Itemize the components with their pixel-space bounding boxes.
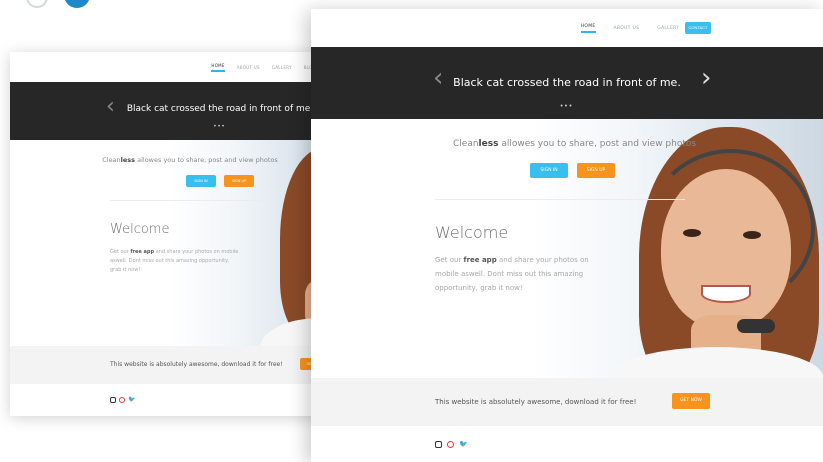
nav-home[interactable]: Home [580, 24, 596, 33]
welcome-heading: Welcome [110, 222, 170, 237]
nav-home[interactable]: Home [211, 63, 225, 72]
front-page-mockup: Home About us Gallery Blog Contact ‹ Bla… [311, 9, 823, 462]
twitter-icon[interactable]: 🐦 [459, 440, 468, 448]
instagram-icon[interactable] [435, 440, 442, 448]
logo-decoration [26, 0, 106, 8]
hero-slider: ‹ Black cat crossed the road in front of… [10, 82, 350, 140]
instagram-icon[interactable] [110, 396, 116, 403]
back-page-mockup: Home About us Gallery Blog ‹ Black cat c… [10, 52, 350, 416]
logo-ring [26, 0, 48, 8]
hero-title: Black cat crossed the road in front of m… [453, 76, 681, 89]
contact-button[interactable]: Contact [685, 22, 711, 34]
footer-text: This website is absolutely awesome, down… [435, 398, 637, 406]
tagline: Cleanless allowes you to share, post and… [453, 139, 697, 149]
navigation-bar: Home About us Gallery Blog [10, 52, 350, 82]
social-links: 🐦 [110, 396, 135, 403]
dribbble-icon[interactable] [447, 440, 454, 448]
nav-about[interactable]: About us [237, 65, 260, 70]
signup-button[interactable]: Sign up [577, 163, 615, 178]
twitter-icon[interactable]: 🐦 [128, 396, 135, 403]
signin-button[interactable]: Sign in [530, 163, 568, 178]
signup-button[interactable]: Sign up [224, 175, 254, 187]
divider [110, 200, 270, 201]
footer-cta-band: This website is absolutely awesome, down… [311, 378, 823, 426]
welcome-text: Get our free app and share your photos o… [435, 256, 589, 292]
tagline: Cleanless allowes you to share, post and… [102, 156, 278, 164]
footer-cta-band: This website is absolutely awesome, down… [10, 346, 350, 384]
nav-gallery[interactable]: Gallery [272, 65, 292, 70]
navigation-bar: Home About us Gallery Blog Contact [311, 9, 823, 47]
nav-about[interactable]: About us [614, 26, 640, 31]
next-arrow-icon[interactable]: › [701, 63, 711, 93]
welcome-heading: Welcome [435, 223, 509, 242]
logo-dot [64, 0, 90, 8]
footer-text: This website is absolutely awesome, down… [110, 361, 283, 368]
social-links: 🐦 [435, 440, 468, 448]
slider-dots[interactable]: ••• [311, 103, 823, 110]
hero-slider: ‹ Black cat crossed the road in front of… [311, 47, 823, 119]
nav-gallery[interactable]: Gallery [657, 26, 679, 31]
dribbble-icon[interactable] [119, 396, 125, 403]
signin-button[interactable]: Sign in [186, 175, 216, 187]
welcome-text: Get our free app and share your photos o… [110, 249, 239, 273]
divider [435, 199, 685, 200]
model-photo [531, 119, 823, 379]
get-now-button[interactable]: Get now [672, 393, 710, 409]
